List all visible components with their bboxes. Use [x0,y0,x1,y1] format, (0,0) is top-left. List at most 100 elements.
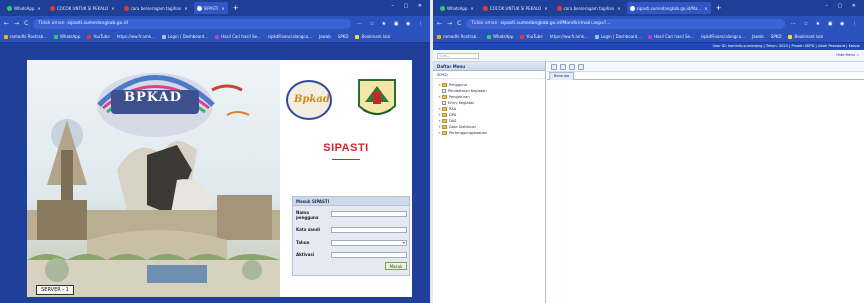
close-tab-icon[interactable]: ✕ [111,6,114,11]
bpkad-title: BPKAD [124,90,182,105]
password-field[interactable] [331,227,407,233]
tree-item-pertanggungjawaban[interactable]: + Pertanggungjawaban [438,130,545,136]
bookmark-item[interactable]: SPKD [338,34,349,39]
close-tab-icon[interactable]: ✕ [704,6,707,11]
new-tab-button[interactable]: + [716,4,722,12]
menu-tree: + Pengguna Pendaftaran Kegiatan + Pengatur… [433,79,545,136]
export-icon[interactable] [569,63,575,70]
folder-icon [442,83,447,87]
tab-sipasti[interactable]: SIPASTI ✕ [193,2,228,14]
forward-icon[interactable]: → [447,20,452,27]
tab-whatsapp[interactable]: WhatsApp ✕ [437,2,477,14]
bookmark-item[interactable]: https://ww.fr.amk... [550,34,588,39]
folder-icon [442,131,447,135]
username-field[interactable] [331,211,407,217]
window-icon[interactable] [578,63,584,70]
bookmark-item[interactable]: sipkdFinancialangca... [701,34,745,39]
new-tab-button[interactable]: + [233,4,239,12]
bookmark-icon [648,34,653,39]
bpkad-logo: Bpkad [286,80,332,120]
bookmark-item[interactable]: romadhi Rostrab... [4,34,47,39]
site-icon [196,5,202,11]
bookmark-item[interactable]: Hasil Cari hasil Se... [648,34,694,39]
bookmark-item[interactable]: Jawab [752,34,764,39]
youtube-icon [556,5,562,11]
menu-search-input[interactable]: Cari... [437,53,479,59]
bookmark-item[interactable]: romadhi Rostrab... [437,34,480,39]
menu-sidebar: Daftar Menu SIPKD + Pengguna Pendaftaran … [433,62,546,303]
folder-icon [355,34,360,39]
bookmark-item[interactable]: Bookmark lain [355,34,390,39]
folder-icon [442,119,447,123]
bookmark-item[interactable]: WhatsApp [53,34,80,39]
bookmark-icon [437,34,441,39]
activation-field[interactable] [331,252,407,258]
extension-icons[interactable]: ⋯ ☆ ★ ▣ ◉ ⋮ [357,21,426,27]
bookmark-item[interactable]: Hasil Cari hasil Se... [215,34,261,39]
tab-beranda[interactable]: Beranda [549,72,575,80]
window-controls[interactable]: – ▢ ✕ [825,3,860,9]
not-secure-label[interactable]: Tidak aman [38,21,64,26]
bookmark-icon [4,34,8,39]
close-tab-icon[interactable]: ✕ [221,6,224,11]
tab-sipasti-main[interactable]: sipasti.sumedangkab.go.id/Ma... ✕ [626,2,711,14]
address-bar: ← → C Tidak aman sipasti.sumedangkab.go.i… [433,16,864,31]
tab-cocok[interactable]: COCOK UNTUK SI PEKALO ✕ [480,2,551,14]
app-header-bar[interactable]: User ID: kominfo.sumedang | Tahun: 2022 … [433,43,864,50]
back-icon[interactable]: ← [437,20,442,27]
not-secure-label[interactable]: Tidak aman [471,21,497,26]
close-tab-icon[interactable]: ✕ [470,6,473,11]
forward-icon[interactable]: → [14,20,19,27]
bookmark-icon [53,34,58,39]
tab-cara[interactable]: cara berseragam tagihan ✕ [121,2,191,14]
login-panel: Bpkad SIPASTI Masuk SIPASTI Nama penggun… [280,60,412,297]
tab-cara[interactable]: cara berseragam tagihan ✕ [554,2,624,14]
reload-icon[interactable]: C [457,20,461,27]
bookmark-item[interactable]: Login | Dashboard... [594,34,641,39]
bookmark-item[interactable]: WhatsApp [486,34,513,39]
url-field[interactable]: Tidak aman sipasti.sumedangkab.go.id/Mand… [466,18,785,29]
right-browser-window: WhatsApp ✕ COCOK UNTUK SI PEKALO ✕ cara be… [433,0,864,303]
content-tab-strip: Beranda [547,72,864,80]
bookmark-item[interactable]: https://ww.fr.amk... [117,34,155,39]
close-tab-icon[interactable]: ✕ [544,6,547,11]
bookmarks-bar: romadhi Rostrab... WhatsApp YouTube http… [0,31,430,43]
url-field[interactable]: Tidak aman sipasti.sumedangkab.go.id [33,18,351,29]
back-icon[interactable]: ← [4,20,9,27]
tab-whatsapp[interactable]: WhatsApp ✕ [4,2,44,14]
url-text: sipasti.sumedangkab.go.id/Mandiri/main.a… [500,21,611,26]
address-bar: ← → C Tidak aman sipasti.sumedangkab.go.i… [0,16,430,31]
tab-bar: WhatsApp ✕ COCOK UNTUK SI PEKALO ✕ cara be… [0,0,430,16]
bookmark-item[interactable]: SPKD [771,34,782,39]
bookmark-item[interactable]: sipkdFinancialangca... [268,34,312,39]
youtube-icon [123,5,129,11]
hero-illustration: BPKAD SERVER - 1 [27,60,280,297]
extension-icons[interactable]: ⋯ ☆ ★ ▣ ◉ ⋮ [791,21,860,27]
refresh-icon[interactable] [551,63,557,70]
window-controls[interactable]: – ▢ ✕ [391,3,426,9]
sidebar-title[interactable]: Daftar Menu [433,62,545,71]
reload-icon[interactable]: C [24,20,28,27]
sumedang-crest-icon [358,79,396,115]
bookmark-item[interactable]: YouTube [87,34,110,39]
bookmark-item[interactable]: YouTube [520,34,543,39]
login-form-header: Masuk SIPASTI [293,197,409,206]
bookmark-icon [215,34,220,39]
login-form: Masuk SIPASTI Nama pengguna Kata sandi T… [292,196,410,276]
bookmarks-bar: romadhi Rostrab... WhatsApp YouTube http… [433,31,864,43]
bookmark-icon [87,34,92,39]
print-icon[interactable] [560,63,566,70]
close-tab-icon[interactable]: ✕ [184,6,187,11]
tab-cocok[interactable]: COCOK UNTUK SI PEKALO ✕ [47,2,118,14]
year-select[interactable]: ▾ [331,240,407,246]
close-tab-icon[interactable]: ✕ [617,6,620,11]
bookmark-item[interactable]: Jawab [319,34,331,39]
activation-label: Aktivasi [296,252,315,257]
bookmark-item[interactable]: Login | Dashboard... [161,34,208,39]
hide-menu-button[interactable]: Hide Menu ‹‹ [836,53,859,57]
bookmark-item[interactable]: Bookmark lain [788,34,823,39]
bookmark-icon [520,34,525,39]
folder-icon [442,113,447,117]
close-tab-icon[interactable]: ✕ [37,6,40,11]
login-button[interactable]: Masuk [385,262,407,270]
